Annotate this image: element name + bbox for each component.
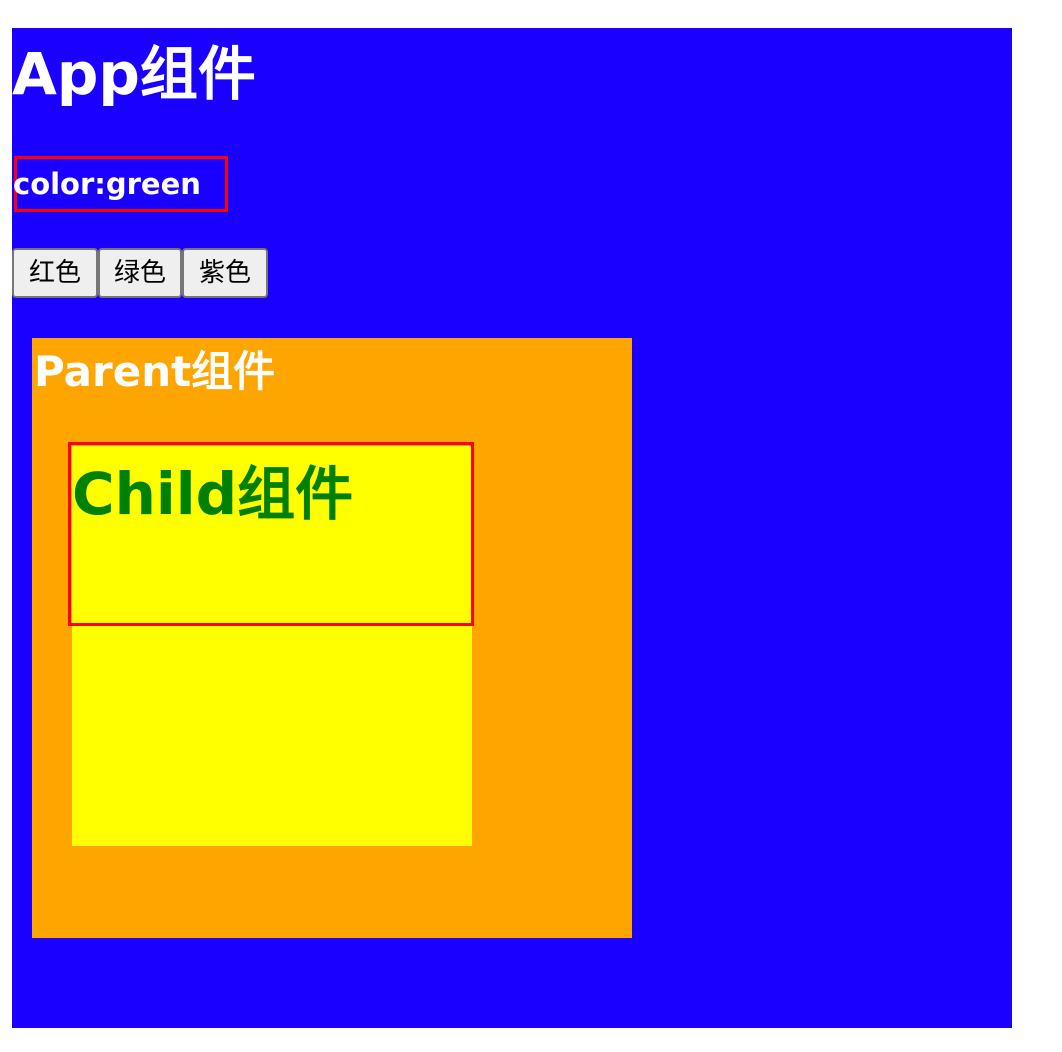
color-readout: color:green: [13, 156, 228, 212]
parent-title: Parent组件: [34, 347, 276, 396]
app-title: App组件: [12, 40, 256, 108]
red-button[interactable]: 红色: [12, 248, 98, 298]
purple-button[interactable]: 紫色: [182, 248, 268, 298]
color-button-row: 红色 绿色 紫色: [12, 248, 268, 298]
app-component: App组件 color:green 红色 绿色 紫色 Parent组件 Chil…: [12, 28, 1012, 1028]
green-button[interactable]: 绿色: [98, 248, 182, 298]
child-component: Child组件: [68, 442, 474, 846]
child-title: Child组件: [72, 460, 354, 528]
parent-component: Parent组件 Child组件: [32, 338, 632, 938]
